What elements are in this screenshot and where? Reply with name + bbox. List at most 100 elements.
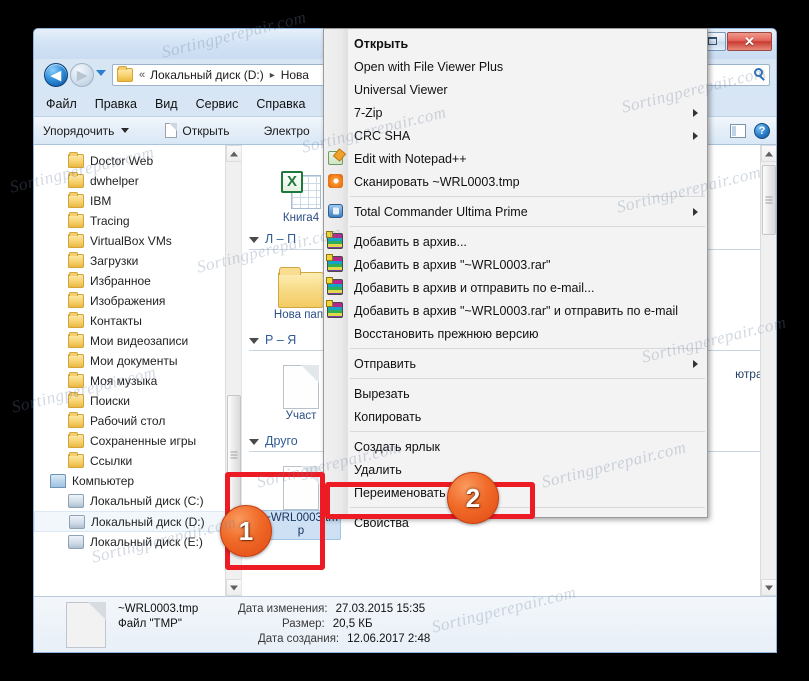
scrollbar-thumb[interactable] xyxy=(762,165,776,235)
help-icon[interactable]: ? xyxy=(754,122,770,139)
close-button[interactable]: ✕ xyxy=(727,32,772,51)
context-menu-item[interactable]: Edit with Notepad++ xyxy=(324,147,707,170)
tree-item-label: Изображения xyxy=(90,294,166,308)
address-overflow-chevron[interactable]: « xyxy=(139,69,145,81)
details-filename: ~WRL0003.tmp xyxy=(118,603,199,615)
winrar-icon xyxy=(326,231,343,249)
tree-item[interactable]: Мои видеозаписи xyxy=(34,331,241,351)
recent-locations-button[interactable] xyxy=(96,70,106,76)
annotation-number: 1 xyxy=(238,515,254,546)
scroll-down-icon[interactable] xyxy=(226,579,241,596)
tree-item[interactable]: Избранное xyxy=(34,271,241,291)
tree-item[interactable]: IBM xyxy=(34,191,241,211)
context-menu-item[interactable]: Удалить xyxy=(324,458,707,481)
open-label: Открыть xyxy=(182,123,230,138)
tree-item[interactable]: dwhelper xyxy=(34,171,241,191)
pictures-folder-icon xyxy=(68,292,84,308)
tree-item[interactable]: Загрузки xyxy=(34,251,241,271)
context-menu-item[interactable]: Добавить в архив и отправить по e-mail..… xyxy=(324,276,707,299)
folder-icon xyxy=(68,232,84,248)
context-menu-item[interactable]: Создать ярлык xyxy=(324,435,707,458)
details-grid: ~WRL0003.tmp Дата изменения: 27.03.2015 … xyxy=(118,602,430,647)
folder-icon xyxy=(68,152,84,168)
drive-icon xyxy=(69,514,85,529)
context-menu-item[interactable]: Open with File Viewer Plus xyxy=(324,55,707,78)
favorites-folder-icon xyxy=(68,272,84,288)
context-menu-item[interactable]: Восстановить прежнюю версию xyxy=(324,322,707,345)
preview-pane-icon[interactable] xyxy=(730,123,746,138)
close-icon: ✕ xyxy=(744,34,755,49)
tree-item[interactable]: Моя музыка xyxy=(34,371,241,391)
searches-folder-icon xyxy=(68,392,84,408)
context-menu-item[interactable]: Добавить в архив "~WRL0003.rar" xyxy=(324,253,707,276)
tree-item[interactable]: Поиски xyxy=(34,391,241,411)
links-folder-icon xyxy=(68,452,84,468)
context-menu-separator xyxy=(350,226,705,227)
context-menu-item[interactable]: 7-Zip xyxy=(324,101,707,124)
tree-item-label: Загрузки xyxy=(90,254,139,268)
tree-item-label: Tracing xyxy=(90,214,130,228)
tree-item[interactable]: Мои документы xyxy=(34,351,241,371)
email-button[interactable]: Электро xyxy=(255,117,319,144)
tree-item[interactable]: Рабочий стол xyxy=(34,411,241,431)
back-button[interactable]: ◀ xyxy=(44,63,68,87)
tree-item[interactable]: Сохраненные игры xyxy=(34,431,241,451)
folder-icon xyxy=(68,192,84,208)
context-menu-item[interactable]: Добавить в архив... xyxy=(324,230,707,253)
tree-item[interactable]: Tracing xyxy=(34,211,241,231)
email-label: Электро xyxy=(263,123,310,138)
computer-icon xyxy=(50,474,66,488)
context-menu-item-label: Open with File Viewer Plus xyxy=(354,59,504,74)
context-menu-item[interactable]: Universal Viewer xyxy=(324,78,707,101)
scroll-down-icon[interactable] xyxy=(761,579,776,596)
tree-item[interactable]: Локальный диск (D:) xyxy=(34,511,241,532)
context-menu-item[interactable]: Добавить в архив "~WRL0003.rar" и отправ… xyxy=(324,299,707,322)
tree-item[interactable]: Изображения xyxy=(34,291,241,311)
tree-item[interactable]: Компьютер xyxy=(34,471,241,491)
context-menu-item-label: Восстановить прежнюю версию xyxy=(354,326,539,341)
organize-button[interactable]: Упорядочить xyxy=(34,117,138,144)
context-menu-item[interactable]: Total Commander Ultima Prime xyxy=(324,200,707,223)
tree-item-label: Сохраненные игры xyxy=(90,434,197,448)
submenu-arrow-icon xyxy=(693,207,698,216)
tree-item[interactable]: VirtualBox VMs xyxy=(34,231,241,251)
tree-item[interactable]: Контакты xyxy=(34,311,241,331)
menu-tools[interactable]: Сервис xyxy=(196,97,239,111)
folder-icon xyxy=(68,172,84,188)
details-filetype: Файл "TMP" xyxy=(118,618,182,630)
group-label: Друго xyxy=(265,434,298,448)
folder-tree: Doctor Web dwhelper IBM Tracing VirtualBox V… xyxy=(34,145,241,552)
tree-item-label: Мои видеозаписи xyxy=(90,334,189,348)
menu-edit[interactable]: Правка xyxy=(95,97,137,111)
context-menu-item-label: Добавить в архив "~WRL0003.rar" и отправ… xyxy=(354,303,679,318)
tree-item-label: VirtualBox VMs xyxy=(90,234,172,248)
breadcrumb-separator[interactable]: ▸ xyxy=(270,70,275,81)
menu-view[interactable]: Вид xyxy=(155,97,178,111)
breadcrumb-drive[interactable]: Локальный диск (D:) xyxy=(150,68,264,82)
file-thumbnail xyxy=(66,601,106,648)
file-pane-scrollbar[interactable] xyxy=(760,145,776,596)
tree-item[interactable]: Doctor Web xyxy=(34,151,241,171)
downloads-folder-icon xyxy=(68,252,84,268)
breadcrumb-folder[interactable]: Нова xyxy=(281,68,309,82)
context-menu-item[interactable]: Сканировать ~WRL0003.tmp xyxy=(324,170,707,193)
context-menu-item[interactable]: Отправить xyxy=(324,352,707,375)
menu-file[interactable]: Файл xyxy=(46,97,77,111)
forward-button[interactable]: ▶ xyxy=(70,63,94,87)
context-menu-item[interactable]: Открыть xyxy=(324,32,707,55)
context-menu-item-label: Добавить в архив "~WRL0003.rar" xyxy=(354,257,551,272)
context-menu-item[interactable]: CRC SHA xyxy=(324,124,707,147)
context-menu-item[interactable]: Вырезать xyxy=(324,382,707,405)
folder-icon xyxy=(117,66,133,82)
context-menu-item-label: Удалить xyxy=(354,462,402,477)
tree-item[interactable]: Ссылки xyxy=(34,451,241,471)
scroll-up-icon[interactable] xyxy=(761,145,776,162)
open-button[interactable]: Открыть xyxy=(156,117,238,144)
scroll-up-icon[interactable] xyxy=(226,145,241,162)
tree-item[interactable]: Локальный диск (C:) xyxy=(34,491,241,511)
context-menu-item[interactable]: Копировать xyxy=(324,405,707,428)
tree-item-label: IBM xyxy=(90,194,112,208)
menu-help[interactable]: Справка xyxy=(256,97,305,111)
screenshot-root: ✕ ◀ ▶ « Локальный диск (D:) ▸ Нова Файл … xyxy=(0,0,809,681)
tree-item[interactable]: Локальный диск (E:) xyxy=(34,532,241,552)
